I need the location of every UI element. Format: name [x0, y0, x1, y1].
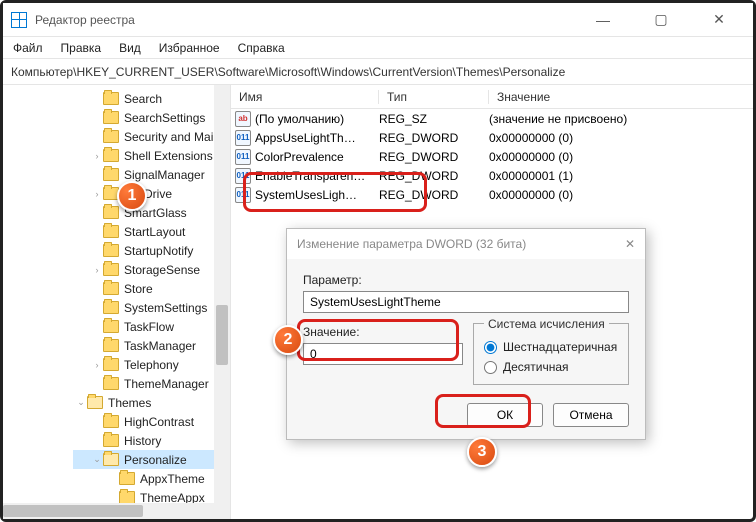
tree-panel: SearchSearchSettingsSecurity and Maint›S… [3, 85, 231, 519]
menubar: Файл Правка Вид Избранное Справка [3, 37, 753, 59]
scrollbar-vertical[interactable] [214, 85, 230, 519]
menu-edit[interactable]: Правка [61, 41, 102, 55]
maximize-button[interactable]: ▢ [641, 6, 681, 34]
list-item[interactable]: 011AppsUseLightTh…REG_DWORD0x00000000 (0… [231, 128, 753, 147]
menu-favorites[interactable]: Избранное [159, 41, 220, 55]
list-item[interactable]: 011SystemUsesLigh…REG_DWORD0x00000000 (0… [231, 185, 753, 204]
col-data[interactable]: Значение [489, 90, 753, 104]
tree-item[interactable]: Security and Maint [73, 127, 230, 146]
list-item[interactable]: 011ColorPrevalenceREG_DWORD0x00000000 (0… [231, 147, 753, 166]
dialog-close-icon[interactable]: ✕ [625, 237, 635, 251]
tree-item[interactable]: Store [73, 279, 230, 298]
tree-item[interactable]: ›SkyDrive [73, 184, 230, 203]
ok-button[interactable]: ОК [467, 403, 543, 427]
window-title: Редактор реестра [35, 13, 583, 27]
tree-item[interactable]: SearchSettings [73, 108, 230, 127]
list-item[interactable]: ab(По умолчанию)REG_SZ(значение не присв… [231, 109, 753, 128]
tree-item[interactable]: StartLayout [73, 222, 230, 241]
column-headers: Имя Тип Значение [231, 85, 753, 109]
tree-item[interactable]: HighContrast [73, 412, 230, 431]
edit-dword-dialog: Изменение параметра DWORD (32 бита) ✕ Па… [286, 228, 646, 440]
tree-item[interactable]: SignalManager [73, 165, 230, 184]
value-input[interactable] [303, 343, 463, 365]
tree-item[interactable]: StartupNotify [73, 241, 230, 260]
menu-file[interactable]: Файл [13, 41, 43, 55]
tree-item[interactable]: ›StorageSense [73, 260, 230, 279]
menu-view[interactable]: Вид [119, 41, 141, 55]
col-type[interactable]: Тип [379, 90, 489, 104]
param-label: Параметр: [303, 273, 629, 287]
tree-item[interactable]: SystemSettings [73, 298, 230, 317]
base-fieldset: Система исчисления Шестнадцатеричная Дес… [473, 323, 629, 385]
tree-item[interactable]: History [73, 431, 230, 450]
tree-item[interactable]: TaskManager [73, 336, 230, 355]
tree-item[interactable]: SmartGlass [73, 203, 230, 222]
tree-item[interactable]: TaskFlow [73, 317, 230, 336]
tree-item[interactable]: Search [73, 89, 230, 108]
scrollbar-horizontal[interactable] [3, 503, 214, 519]
radio-hex[interactable]: Шестнадцатеричная [484, 340, 618, 354]
callout-2: 2 [273, 325, 303, 355]
minimize-button[interactable]: — [583, 6, 623, 34]
list-item[interactable]: 011EnableTransparen…REG_DWORD0x00000001 … [231, 166, 753, 185]
cancel-button[interactable]: Отмена [553, 403, 629, 427]
dialog-title: Изменение параметра DWORD (32 бита) [297, 237, 526, 251]
address-text: Компьютер\HKEY_CURRENT_USER\Software\Mic… [11, 65, 565, 79]
titlebar: Редактор реестра — ▢ ✕ [3, 3, 753, 37]
col-name[interactable]: Имя [231, 90, 379, 104]
param-name-field [303, 291, 629, 313]
tree-item[interactable]: ›Shell Extensions [73, 146, 230, 165]
radio-dec[interactable]: Десятичная [484, 360, 618, 374]
regedit-icon [11, 12, 27, 28]
tree-item[interactable]: ThemeManager [73, 374, 230, 393]
tree-item[interactable]: ⌄Personalize [73, 450, 230, 469]
menu-help[interactable]: Справка [238, 41, 285, 55]
tree-item[interactable]: AppxTheme [89, 469, 230, 488]
callout-3: 3 [467, 437, 497, 467]
address-bar[interactable]: Компьютер\HKEY_CURRENT_USER\Software\Mic… [3, 59, 753, 85]
value-label: Значение: [303, 325, 463, 339]
close-button[interactable]: ✕ [699, 6, 739, 34]
callout-1: 1 [117, 181, 147, 211]
tree-item[interactable]: ›Telephony [73, 355, 230, 374]
base-legend: Система исчисления [484, 317, 609, 331]
tree-item[interactable]: ⌄Themes [57, 393, 230, 412]
